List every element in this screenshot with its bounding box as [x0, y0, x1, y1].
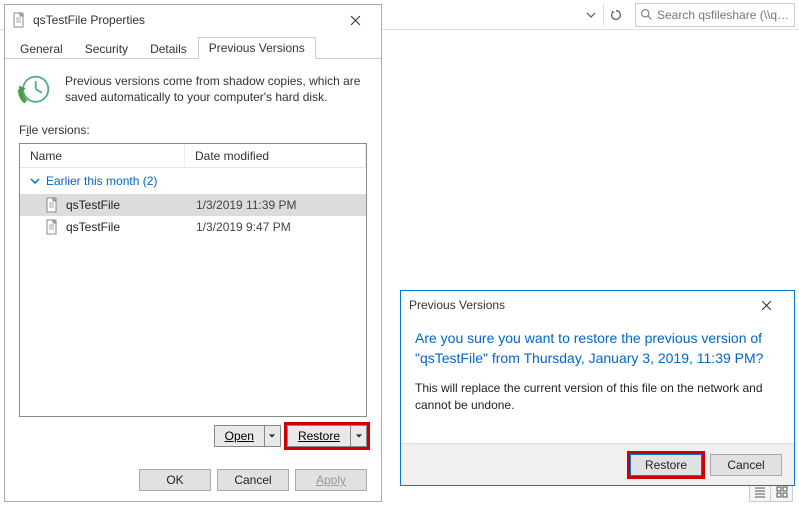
- confirm-sub-text: This will replace the current version of…: [415, 380, 780, 414]
- close-icon[interactable]: [335, 6, 375, 34]
- chevron-down-icon[interactable]: [351, 425, 367, 447]
- dialog-title: qsTestFile Properties: [33, 13, 335, 27]
- tab-general[interactable]: General: [9, 38, 74, 59]
- file-name: qsTestFile: [66, 198, 196, 212]
- clock-restore-icon: [15, 73, 51, 109]
- open-button[interactable]: Open: [214, 425, 281, 447]
- col-name[interactable]: Name: [20, 144, 185, 167]
- col-date[interactable]: Date modified: [185, 144, 366, 167]
- search-input[interactable]: Search qsfileshare (\\qsstorag...: [635, 3, 795, 27]
- confirm-title: Previous Versions: [409, 298, 746, 312]
- confirm-body: Are you sure you want to restore the pre…: [401, 319, 794, 424]
- list-item[interactable]: qsTestFile 1/3/2019 9:47 PM: [20, 216, 366, 238]
- apply-button: Apply: [295, 469, 367, 491]
- info-row: Previous versions come from shadow copie…: [5, 59, 381, 123]
- refresh-icon[interactable]: [603, 4, 627, 26]
- file-date: 1/3/2019 9:47 PM: [196, 220, 291, 234]
- titlebar: qsTestFile Properties: [5, 5, 381, 35]
- action-buttons: Open Restore: [5, 417, 381, 451]
- file-icon: [11, 12, 27, 28]
- chevron-down-icon[interactable]: [265, 425, 281, 447]
- confirm-titlebar: Previous Versions: [401, 291, 794, 319]
- confirm-cancel-button[interactable]: Cancel: [710, 454, 782, 476]
- search-placeholder: Search qsfileshare (\\qsstorag...: [657, 8, 790, 22]
- file-name: qsTestFile: [66, 220, 196, 234]
- file-versions-label: File versions:: [5, 123, 381, 137]
- info-text: Previous versions come from shadow copie…: [65, 73, 367, 105]
- file-date: 1/3/2019 11:39 PM: [196, 198, 297, 212]
- close-icon[interactable]: [746, 292, 786, 318]
- tab-previous-versions[interactable]: Previous Versions: [198, 37, 316, 59]
- tab-security[interactable]: Security: [74, 38, 139, 59]
- confirm-main-text: Are you sure you want to restore the pre…: [415, 329, 780, 368]
- file-icon: [44, 219, 60, 235]
- search-icon: [640, 8, 653, 21]
- restore-button[interactable]: Restore: [287, 425, 367, 447]
- cancel-button[interactable]: Cancel: [217, 469, 289, 491]
- ok-button[interactable]: OK: [139, 469, 211, 491]
- address-dropdown-icon[interactable]: [583, 4, 599, 26]
- confirm-buttons: Restore Cancel: [401, 443, 794, 485]
- group-header[interactable]: Earlier this month (2): [20, 168, 366, 194]
- dialog-buttons: OK Cancel Apply: [5, 461, 381, 501]
- list-item[interactable]: qsTestFile 1/3/2019 11:39 PM: [20, 194, 366, 216]
- confirm-restore-button[interactable]: Restore: [630, 454, 702, 476]
- properties-dialog: qsTestFile Properties General Security D…: [4, 4, 382, 502]
- chevron-down-icon: [30, 176, 40, 186]
- tab-bar: General Security Details Previous Versio…: [5, 35, 381, 59]
- tab-details[interactable]: Details: [139, 38, 198, 59]
- confirm-dialog: Previous Versions Are you sure you want …: [400, 290, 795, 486]
- group-label: Earlier this month (2): [46, 174, 157, 188]
- file-icon: [44, 197, 60, 213]
- versions-list: Name Date modified Earlier this month (2…: [19, 143, 367, 417]
- list-header: Name Date modified: [20, 144, 366, 168]
